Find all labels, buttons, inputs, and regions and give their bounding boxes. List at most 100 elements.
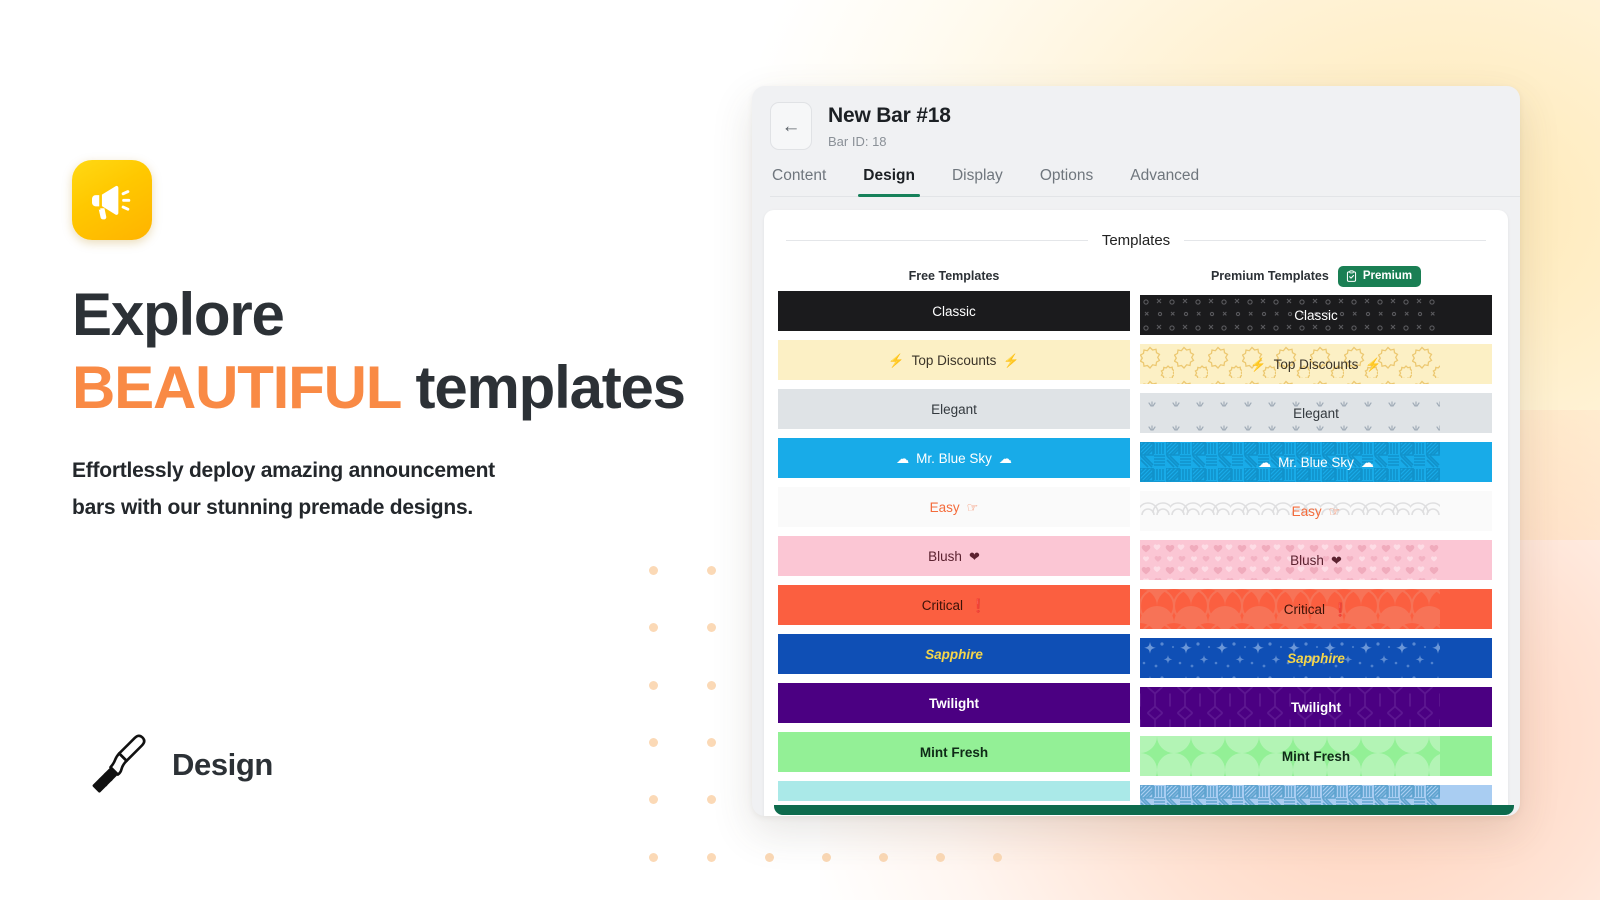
template-label: Blush ❤ <box>928 549 980 564</box>
template-emoji-right: ☞ <box>966 499 979 515</box>
template-emoji-left: ⚡ <box>888 352 905 368</box>
premium-templates-header: Premium Templates Premium <box>1140 261 1492 291</box>
premium-templates-label: Premium Templates <box>1210 269 1329 283</box>
headline-accent: BEAUTIFUL <box>72 354 401 422</box>
footer-tag-label: Design <box>172 747 273 782</box>
template-row[interactable]: Mint Fresh <box>778 732 1130 772</box>
template-name: Blush <box>1290 552 1324 568</box>
template-name: Easy <box>929 499 960 515</box>
template-label: Elegant <box>931 402 977 417</box>
template-name: Blush <box>928 548 962 564</box>
template-pattern-overlay <box>1140 393 1440 433</box>
template-label: Mint Fresh <box>920 745 988 760</box>
template-name: Sapphire <box>925 646 983 662</box>
tab-design[interactable]: Design <box>858 167 920 197</box>
template-name: Top Discounts <box>911 352 997 368</box>
template-label: Blush ❤ <box>1290 553 1342 568</box>
template-row[interactable]: Sapphire <box>778 634 1130 674</box>
templates-section-title: Templates <box>1101 232 1171 249</box>
template-name: Critical <box>921 597 964 613</box>
template-row[interactable]: Classic <box>778 291 1130 331</box>
template-label: Mint Fresh <box>1282 749 1350 764</box>
tab-label: Display <box>951 167 1003 184</box>
template-row[interactable]: Twilight <box>778 683 1130 723</box>
template-label: Classic <box>932 304 976 319</box>
marketing-subheading: Effortlessly deploy amazing announcement… <box>72 452 632 527</box>
template-row[interactable]: ☁ Mr. Blue Sky ☁ <box>1140 442 1492 482</box>
tab-bar: Content Design Display Options Advanced <box>770 167 1520 197</box>
template-row[interactable]: Critical ❗ <box>1140 589 1492 629</box>
template-label: ☁ Mr. Blue Sky ☁ <box>896 451 1012 466</box>
template-label: Critical ❗ <box>1284 602 1348 617</box>
subhead-line-2: bars with our stunning premade designs. <box>72 496 473 520</box>
template-label: Easy ☞ <box>1292 504 1341 519</box>
tab-options[interactable]: Options <box>1038 167 1095 196</box>
template-pattern-overlay <box>1140 295 1440 335</box>
panel-title-block: New Bar #18 Bar ID: 18 <box>828 102 951 149</box>
template-row[interactable]: ⚡ Top Discounts ⚡ <box>1140 344 1492 384</box>
template-label: ⚡ Top Discounts ⚡ <box>888 353 1019 368</box>
template-row[interactable]: Blush ❤ <box>1140 540 1492 580</box>
arrow-left-icon: ← <box>781 115 801 137</box>
page-root: Explore BEAUTIFUL templates Effortlessly… <box>0 0 1600 900</box>
template-name: Mr. Blue Sky <box>1278 454 1354 470</box>
templates-card: Templates Free Templates Classic ⚡ Top Dis… <box>764 210 1508 816</box>
tab-label: Advanced <box>1130 167 1200 184</box>
premium-badge[interactable]: Premium <box>1337 265 1422 287</box>
template-emoji-left: ☁ <box>896 450 910 466</box>
template-emoji-right: ❗ <box>1332 601 1349 617</box>
back-button[interactable]: ← <box>770 102 812 150</box>
template-row[interactable] <box>778 781 1130 801</box>
template-emoji-right: ❤ <box>968 548 980 564</box>
template-row[interactable]: Elegant <box>1140 393 1492 433</box>
template-label: ☁ Mr. Blue Sky ☁ <box>1258 455 1374 470</box>
tab-content[interactable]: Content <box>770 167 828 196</box>
template-pattern-overlay <box>1140 687 1440 727</box>
template-name: Elegant <box>931 401 977 417</box>
template-row[interactable]: Easy ☞ <box>1140 491 1492 531</box>
template-row[interactable]: Sapphire <box>1140 638 1492 678</box>
template-row[interactable]: Easy ☞ <box>778 487 1130 527</box>
template-label: Critical ❗ <box>922 598 986 613</box>
clipboard-check-icon <box>1346 269 1356 282</box>
tab-label: Design <box>863 167 915 184</box>
template-emoji-left: ⚡ <box>1250 356 1267 372</box>
template-row[interactable]: Elegant <box>778 389 1130 429</box>
template-name: Mint Fresh <box>1281 748 1351 764</box>
template-pattern-overlay <box>1140 785 1440 805</box>
headline-line-2: BEAUTIFUL templates <box>72 351 712 424</box>
template-row[interactable]: Twilight <box>1140 687 1492 727</box>
templates-columns: Free Templates Classic ⚡ Top Discounts ⚡ Ele… <box>764 249 1508 805</box>
megaphone-icon <box>72 160 152 240</box>
panel-header: ← New Bar #18 Bar ID: 18 <box>752 86 1520 150</box>
template-name: Classic <box>1294 307 1338 323</box>
template-label: Sapphire <box>925 647 983 662</box>
template-label: Twilight <box>929 696 979 711</box>
tab-display[interactable]: Display <box>950 167 1005 196</box>
free-templates-list: Classic ⚡ Top Discounts ⚡ Elegant ☁ Mr. Blue S… <box>778 291 1130 801</box>
template-name: Easy <box>1291 503 1322 519</box>
template-row[interactable]: ⚡ Top Discounts ⚡ <box>778 340 1130 380</box>
decorative-dot <box>993 853 1002 862</box>
footer-tag: Design <box>82 732 273 798</box>
divider-line-right <box>1184 240 1486 241</box>
template-row[interactable]: Mint Fresh <box>1140 736 1492 776</box>
template-row[interactable]: Blush ❤ <box>778 536 1130 576</box>
paintbrush-icon <box>92 734 146 793</box>
template-label: Easy ☞ <box>930 500 979 515</box>
template-row[interactable]: Critical ❗ <box>778 585 1130 625</box>
template-emoji-right: ❗ <box>970 597 987 613</box>
free-templates-header: Free Templates <box>778 261 1130 291</box>
free-templates-label: Free Templates <box>908 269 1000 283</box>
template-pattern-overlay <box>1140 491 1440 531</box>
template-name: Mr. Blue Sky <box>916 450 992 466</box>
templates-section-header: Templates <box>764 210 1508 249</box>
template-emoji-right: ☁ <box>1360 454 1374 470</box>
decorative-dot <box>822 853 831 862</box>
divider-line-left <box>786 240 1088 241</box>
template-row[interactable]: ☁ Mr. Blue Sky ☁ <box>778 438 1130 478</box>
template-row[interactable]: Classic <box>1140 295 1492 335</box>
premium-templates-list: Classic ⚡ Top Discounts ⚡ Elegant ☁ Mr. Blue S… <box>1140 295 1492 805</box>
template-row[interactable] <box>1140 785 1492 805</box>
tab-advanced[interactable]: Advanced <box>1128 167 1201 196</box>
